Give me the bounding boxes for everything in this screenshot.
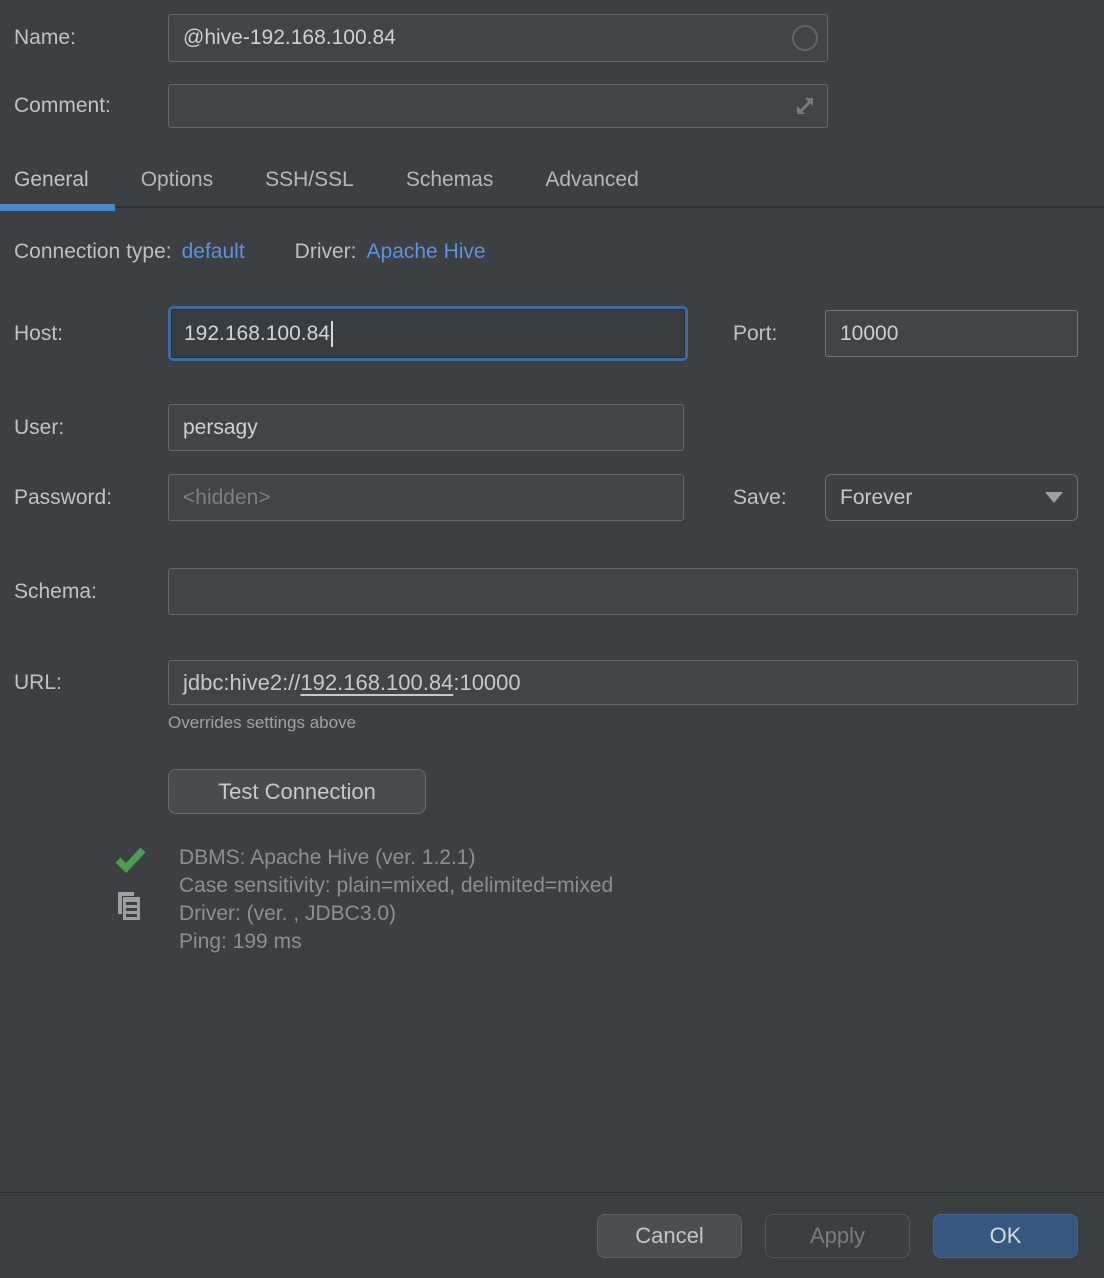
dialog-footer: Cancel Apply OK — [0, 1192, 1104, 1278]
comment-input[interactable] — [168, 84, 828, 128]
tab-ssh-ssl[interactable]: SSH/SSL — [265, 168, 354, 208]
text-caret — [331, 321, 333, 347]
schema-input[interactable] — [168, 568, 1078, 615]
comment-label: Comment: — [14, 94, 168, 118]
settings-tabs: General Options SSH/SSL Schemas Advanced — [0, 168, 1104, 208]
test-connection-button[interactable]: Test Connection — [168, 769, 426, 814]
schema-label: Schema: — [14, 580, 168, 604]
name-field-wrap — [168, 14, 828, 62]
expand-editor-icon[interactable] — [790, 91, 820, 121]
general-tab-panel: Connection type: default Driver: Apache … — [0, 208, 1104, 964]
success-check-icon — [114, 846, 147, 874]
chevron-down-icon — [1045, 492, 1063, 503]
tab-advanced[interactable]: Advanced — [545, 168, 638, 208]
spacer — [0, 964, 1104, 1192]
result-line-case-sensitivity: Case sensitivity: plain=mixed, delimited… — [179, 872, 613, 900]
schema-row: Schema: — [14, 568, 1078, 615]
url-host-part: 192.168.100.84 — [300, 670, 453, 696]
password-label: Password: — [14, 486, 168, 510]
name-spinner-icon — [792, 25, 818, 51]
save-dropdown[interactable]: Forever — [825, 474, 1078, 521]
data-source-dialog: Name: Comment: General Options SSH/SSL S… — [0, 0, 1104, 1278]
name-input[interactable] — [168, 14, 828, 62]
host-label: Host: — [14, 322, 168, 346]
comment-field-wrap — [168, 84, 828, 128]
user-row: User: — [14, 404, 1078, 451]
connection-type-label: Connection type: — [14, 240, 172, 264]
password-input[interactable] — [168, 474, 684, 521]
connection-type-row: Connection type: default Driver: Apache … — [14, 240, 1078, 264]
port-label: Port: — [733, 322, 825, 346]
apply-button[interactable]: Apply — [765, 1214, 910, 1258]
tab-general[interactable]: General — [14, 168, 89, 208]
driver-label: Driver: — [295, 240, 357, 264]
result-line-driver: Driver: (ver. , JDBC3.0) — [179, 900, 613, 928]
cancel-button[interactable]: Cancel — [597, 1214, 742, 1258]
name-row: Name: — [14, 14, 1078, 62]
url-label: URL: — [14, 671, 168, 695]
name-comment-section: Name: Comment: — [0, 0, 1104, 128]
result-icons-column — [114, 844, 148, 964]
copy-icon[interactable] — [114, 890, 144, 922]
connection-type-link[interactable]: default — [182, 240, 245, 264]
name-label: Name: — [14, 26, 168, 50]
password-save-row: Password: Save: Forever — [14, 474, 1078, 521]
driver-link[interactable]: Apache Hive — [367, 240, 486, 264]
comment-row: Comment: — [14, 84, 1078, 128]
connection-result: DBMS: Apache Hive (ver. 1.2.1) Case sens… — [114, 844, 1078, 964]
host-value: 192.168.100.84 — [184, 322, 330, 346]
user-label: User: — [14, 416, 168, 440]
url-row: URL: jdbc:hive2://192.168.100.84:10000 — [14, 660, 1078, 705]
url-suffix: :10000 — [453, 670, 520, 696]
result-text: DBMS: Apache Hive (ver. 1.2.1) Case sens… — [179, 844, 613, 964]
tab-schemas[interactable]: Schemas — [406, 168, 494, 208]
url-prefix: jdbc:hive2:// — [183, 670, 300, 696]
ok-button[interactable]: OK — [933, 1214, 1078, 1258]
url-helper-text: Overrides settings above — [168, 713, 1078, 733]
port-input[interactable] — [825, 310, 1078, 357]
tab-options[interactable]: Options — [141, 168, 213, 208]
host-input[interactable]: 192.168.100.84 — [168, 306, 688, 361]
save-dropdown-value: Forever — [840, 486, 912, 510]
result-line-dbms: DBMS: Apache Hive (ver. 1.2.1) — [179, 844, 613, 872]
user-input[interactable] — [168, 404, 684, 451]
host-port-row: Host: 192.168.100.84 Port: — [14, 306, 1078, 361]
url-input[interactable]: jdbc:hive2://192.168.100.84:10000 — [168, 660, 1078, 705]
result-line-ping: Ping: 199 ms — [179, 928, 613, 956]
save-label: Save: — [733, 486, 825, 510]
